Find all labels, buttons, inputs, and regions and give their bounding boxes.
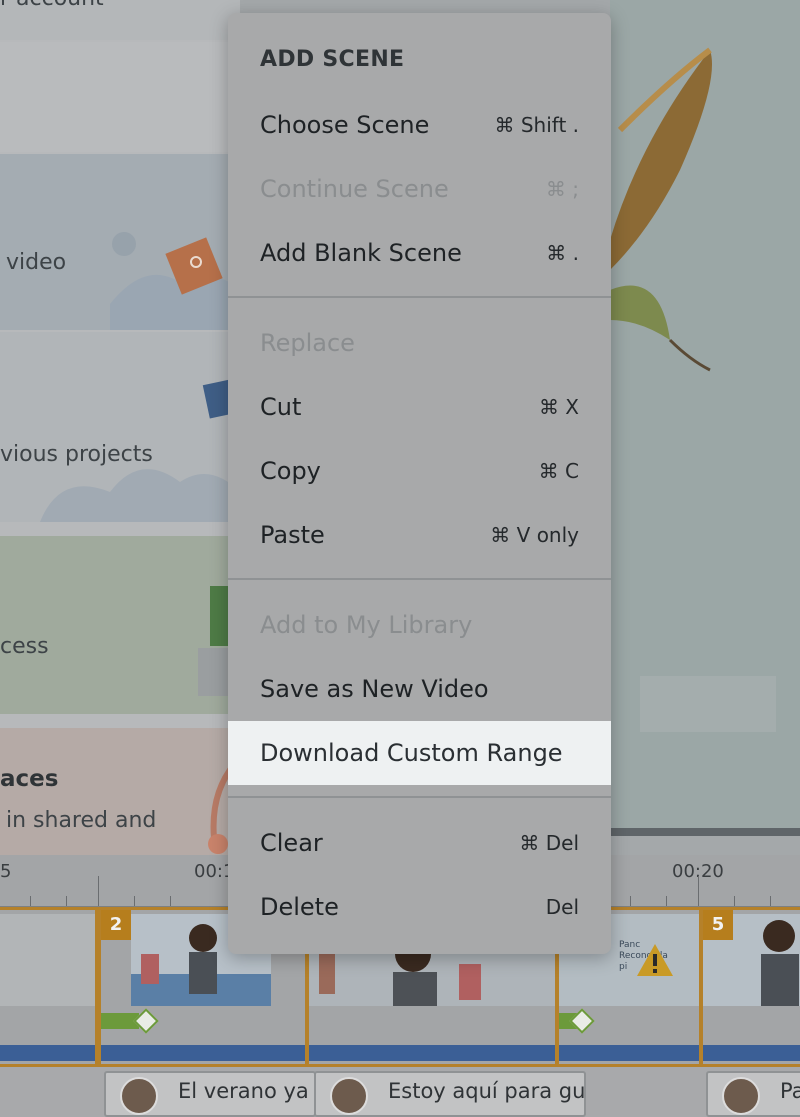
clip-duration-bar: [309, 1045, 555, 1061]
menu-divider: [228, 578, 611, 580]
scene-clip-5[interactable]: 5: [700, 907, 800, 1067]
avatar: [330, 1077, 368, 1115]
menu-item-label: Save as New Video: [260, 675, 489, 703]
menu-item-clear[interactable]: Clear ⌘ Del: [228, 811, 611, 875]
caption-clip[interactable]: El verano ya e: [104, 1071, 316, 1117]
clip-number-badge: 5: [703, 910, 733, 940]
menu-item-download-custom-range[interactable]: Download Custom Range: [228, 721, 611, 785]
onboarding-panel: r account video vious projects cess: [0, 0, 240, 855]
menu-divider: [228, 296, 611, 298]
clip-number-badge: 2: [101, 910, 131, 940]
menu-item-save-as-new-video[interactable]: Save as New Video: [228, 657, 611, 721]
corn-image-icon: [610, 47, 712, 372]
menu-item-shortcut: ⌘ ;: [545, 177, 579, 201]
card-spaces[interactable]: aces in shared and: [0, 728, 240, 855]
clip-duration-bar: [101, 1045, 305, 1061]
menu-divider: [228, 796, 611, 798]
illustration-icon: [110, 232, 240, 330]
caption-clip[interactable]: Estoy aquí para gui: [314, 1071, 586, 1117]
caption-text: Pa: [780, 1079, 800, 1103]
card-text: cess: [0, 634, 49, 659]
caption-text: Estoy aquí para gui: [388, 1079, 586, 1103]
menu-item-choose-scene[interactable]: Choose Scene ⌘ Shift .: [228, 93, 611, 157]
menu-item-replace[interactable]: Replace: [228, 311, 611, 375]
clip-duration-bar: [0, 1045, 95, 1061]
menu-item-shortcut: ⌘ Del: [519, 831, 579, 855]
menu-item-label: Cut: [260, 393, 302, 421]
clip-duration-bar: [559, 1045, 699, 1061]
menu-item-delete[interactable]: Delete Del: [228, 875, 611, 939]
canvas-element: [640, 676, 776, 732]
ruler-tick: [630, 896, 631, 906]
menu-item-shortcut: ⌘ .: [546, 241, 579, 265]
canvas-scrollbar[interactable]: [610, 828, 800, 836]
card-text: video: [6, 250, 67, 275]
menu-item-label: Replace: [260, 329, 355, 357]
menu-item-shortcut: Del: [545, 895, 579, 919]
menu-item-label: Delete: [260, 893, 339, 921]
menu-item-label: Choose Scene: [260, 111, 430, 139]
menu-item-shortcut: ⌘ C: [538, 459, 579, 483]
menu-item-label: Download Custom Range: [260, 739, 563, 767]
menu-item-label: Continue Scene: [260, 175, 449, 203]
menu-item-continue-scene[interactable]: Continue Scene ⌘ ;: [228, 157, 611, 221]
menu-item-label: Clear: [260, 829, 323, 857]
menu-item-copy[interactable]: Copy ⌘ C: [228, 439, 611, 503]
menu-item-paste[interactable]: Paste ⌘ V only: [228, 503, 611, 567]
scene-canvas[interactable]: [610, 0, 800, 830]
ruler-tick: [98, 876, 99, 906]
card-account[interactable]: r account: [0, 0, 240, 40]
caption-track: El verano ya e Estoy aquí para gui Pa: [0, 1067, 800, 1117]
ruler-tick: [66, 896, 67, 906]
avatar: [722, 1077, 760, 1115]
ruler-label: 5: [0, 861, 12, 882]
ruler-tick: [698, 876, 699, 906]
menu-item-shortcut: ⌘ X: [538, 395, 579, 419]
ruler-tick: [170, 896, 171, 906]
cloud-illustration-icon: [40, 379, 240, 522]
ruler-tick: [666, 896, 667, 906]
clip-duration-bar: [703, 1045, 800, 1061]
card-video[interactable]: video: [0, 154, 240, 330]
ruler-tick: [134, 896, 135, 906]
ruler-tick: [734, 896, 735, 906]
card-previous-projects[interactable]: vious projects: [0, 332, 240, 522]
card-access[interactable]: cess: [0, 536, 240, 714]
scene-clip-1[interactable]: [0, 907, 98, 1067]
menu-section-header: ADD SCENE: [260, 47, 405, 72]
avatar: [120, 1077, 158, 1115]
ruler-tick: [30, 896, 31, 906]
card-title: aces: [0, 766, 59, 792]
warning-icon: [637, 944, 673, 976]
clip-thumbnail: [0, 914, 95, 1006]
menu-item-add-to-library[interactable]: Add to My Library: [228, 593, 611, 657]
menu-item-add-blank-scene[interactable]: Add Blank Scene ⌘ .: [228, 221, 611, 285]
menu-item-cut[interactable]: Cut ⌘ X: [228, 375, 611, 439]
menu-item-label: Add Blank Scene: [260, 239, 462, 267]
caption-clip[interactable]: Pa: [706, 1071, 800, 1117]
menu-item-label: Copy: [260, 457, 321, 485]
context-menu: ADD SCENE Choose Scene ⌘ Shift . Continu…: [228, 13, 611, 954]
caption-text: El verano ya e: [178, 1079, 316, 1103]
card-text: r account: [0, 0, 104, 11]
menu-item-shortcut: ⌘ V only: [490, 523, 579, 547]
menu-item-label: Paste: [260, 521, 325, 549]
menu-item-label: Add to My Library: [260, 611, 473, 639]
ruler-tick: [770, 896, 771, 906]
card-text: in shared and: [6, 808, 157, 833]
card-blank[interactable]: [0, 42, 240, 152]
menu-item-shortcut: ⌘ Shift .: [494, 113, 579, 137]
